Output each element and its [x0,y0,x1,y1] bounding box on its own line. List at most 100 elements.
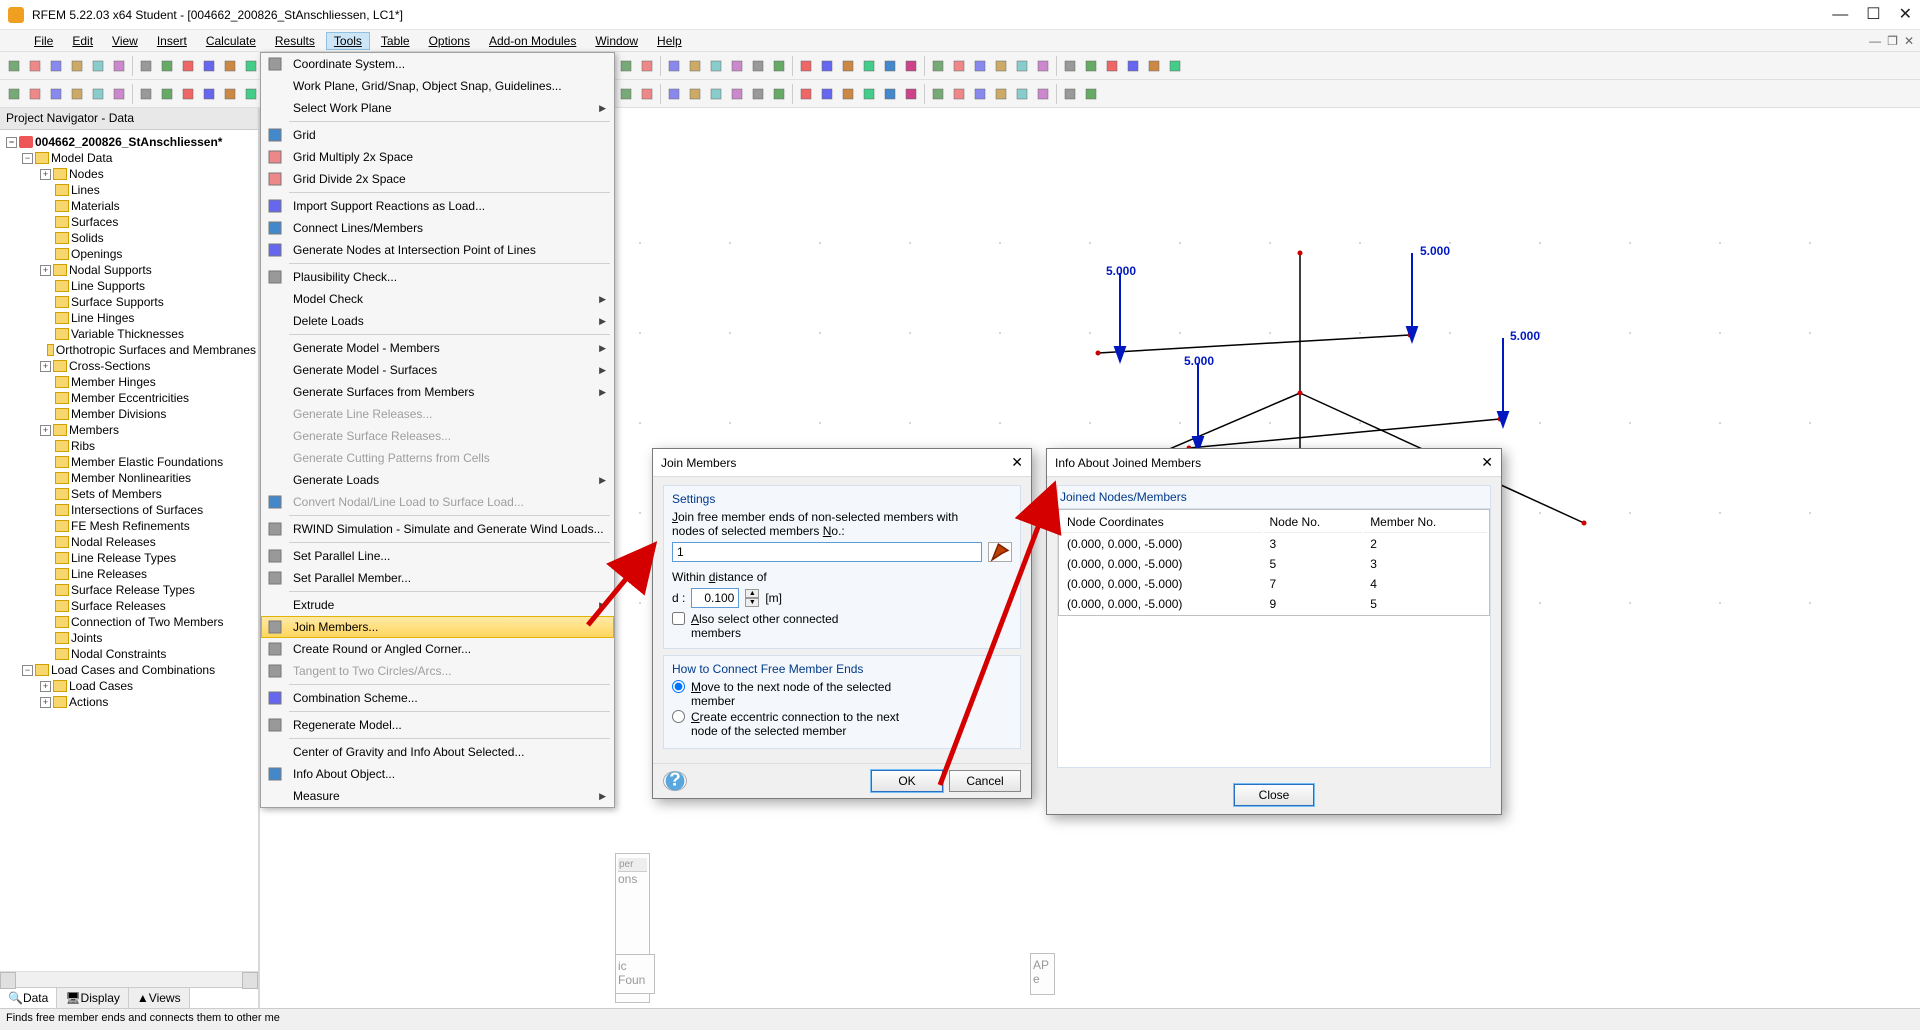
toolbar-button[interactable] [1060,84,1080,104]
also-select-checkbox[interactable] [672,612,685,625]
dropdown-item[interactable]: Center of Gravity and Info About Selecte… [261,741,614,763]
toolbar-button[interactable] [727,56,747,76]
toolbar-button[interactable] [157,84,177,104]
toolbar-button[interactable] [616,84,636,104]
toolbar-button[interactable] [1123,56,1143,76]
toolbar-button[interactable] [901,84,921,104]
tree-item[interactable]: Line Release Types [4,550,258,566]
toolbar-button[interactable] [1165,56,1185,76]
tree-item[interactable]: Surface Supports [4,294,258,310]
toolbar-button[interactable] [664,56,684,76]
menu-addons[interactable]: Add-on Modules [481,32,584,50]
tree-item[interactable]: Intersections of Surfaces [4,502,258,518]
toolbar-button[interactable] [928,56,948,76]
toolbar-button[interactable] [838,84,858,104]
tree-item[interactable]: FE Mesh Refinements [4,518,258,534]
tree-item[interactable]: + Nodes [4,166,258,182]
dropdown-item[interactable]: Import Support Reactions as Load... [261,195,614,217]
tree-item[interactable]: Materials [4,198,258,214]
toolbar-button[interactable] [88,56,108,76]
toolbar-button[interactable] [109,84,129,104]
dropdown-item[interactable]: Create Round or Angled Corner... [261,638,614,660]
tree-item[interactable]: Lines [4,182,258,198]
tree-item[interactable]: Member Divisions [4,406,258,422]
dropdown-item[interactable]: Coordinate System... [261,53,614,75]
toolbar-button[interactable] [796,84,816,104]
tree-item[interactable]: Line Releases [4,566,258,582]
toolbar-button[interactable] [1012,84,1032,104]
toolbar-button[interactable] [727,84,747,104]
tree-item[interactable]: + Members [4,422,258,438]
toolbar-button[interactable] [25,56,45,76]
tree-item[interactable]: Nodal Constraints [4,646,258,662]
toolbar-button[interactable] [178,56,198,76]
toolbar-button[interactable] [637,84,657,104]
move-radio[interactable] [672,680,685,693]
member-no-input[interactable] [672,542,982,562]
toolbar-button[interactable] [25,84,45,104]
menu-file[interactable]: File [26,32,61,50]
toolbar-button[interactable] [241,56,261,76]
eccentric-radio[interactable] [672,710,685,723]
tree-item[interactable]: Solids [4,230,258,246]
dropdown-item[interactable]: Combination Scheme... [261,687,614,709]
tree-item[interactable]: Joints [4,630,258,646]
ok-button[interactable]: OK [871,770,943,792]
menu-options[interactable]: Options [421,32,478,50]
toolbar-button[interactable] [901,56,921,76]
mdi-minimize[interactable]: — [1869,34,1881,48]
tree-item[interactable]: Variable Thicknesses [4,326,258,342]
tree-item[interactable]: Surface Release Types [4,582,258,598]
toolbar-button[interactable] [46,56,66,76]
info-dialog-close-icon[interactable]: ✕ [1481,454,1493,471]
menu-edit[interactable]: Edit [64,32,101,50]
toolbar-button[interactable] [706,84,726,104]
nav-tab-display[interactable]: 🖥Display [57,988,129,1008]
dropdown-item[interactable]: Plausibility Check... [261,266,614,288]
tree-item[interactable]: Orthotropic Surfaces and Membranes [4,342,258,358]
toolbar-button[interactable] [637,56,657,76]
toolbar-button[interactable] [949,56,969,76]
toolbar-button[interactable] [880,56,900,76]
dropdown-item[interactable]: Extrude▶ [261,594,614,616]
dropdown-item[interactable]: Info About Object... [261,763,614,785]
help-icon[interactable]: ? [663,771,687,791]
mdi-close[interactable]: ✕ [1904,34,1914,48]
cancel-button[interactable]: Cancel [949,770,1021,792]
toolbar-button[interactable] [796,56,816,76]
minimize-button[interactable]: — [1832,7,1848,23]
dropdown-item[interactable]: Regenerate Model... [261,714,614,736]
toolbar-button[interactable] [1060,56,1080,76]
tree-item[interactable]: Member Eccentricities [4,390,258,406]
toolbar-button[interactable] [241,84,261,104]
mdi-restore[interactable]: ❐ [1887,34,1898,48]
toolbar-button[interactable] [199,84,219,104]
tree-item[interactable]: Line Hinges [4,310,258,326]
close-button[interactable]: ✕ [1899,7,1912,23]
tree-item[interactable]: + Cross-Sections [4,358,258,374]
toolbar-button[interactable] [1144,56,1164,76]
dropdown-item[interactable]: Grid [261,124,614,146]
toolbar-button[interactable] [1033,56,1053,76]
dropdown-item[interactable]: Generate Nodes at Intersection Point of … [261,239,614,261]
toolbar-button[interactable] [88,84,108,104]
tree-item[interactable]: Surfaces [4,214,258,230]
toolbar-button[interactable] [880,84,900,104]
toolbar-button[interactable] [817,84,837,104]
menu-calculate[interactable]: Calculate [198,32,264,50]
menu-insert[interactable]: Insert [149,32,195,50]
dropdown-item[interactable]: Grid Divide 2x Space [261,168,614,190]
toolbar-button[interactable] [178,84,198,104]
toolbar-button[interactable] [1081,84,1101,104]
menu-results[interactable]: Results [267,32,323,50]
toolbar-button[interactable] [928,84,948,104]
toolbar-button[interactable] [859,56,879,76]
distance-spin-up[interactable]: ▲ [745,589,759,598]
menu-tools[interactable]: Tools [326,32,370,50]
toolbar-button[interactable] [1012,56,1032,76]
navigator-hscroll[interactable] [0,971,258,987]
dropdown-item[interactable]: Select Work Plane▶ [261,97,614,119]
toolbar-button[interactable] [859,84,879,104]
toolbar-button[interactable] [220,56,240,76]
tree-item[interactable]: Sets of Members [4,486,258,502]
